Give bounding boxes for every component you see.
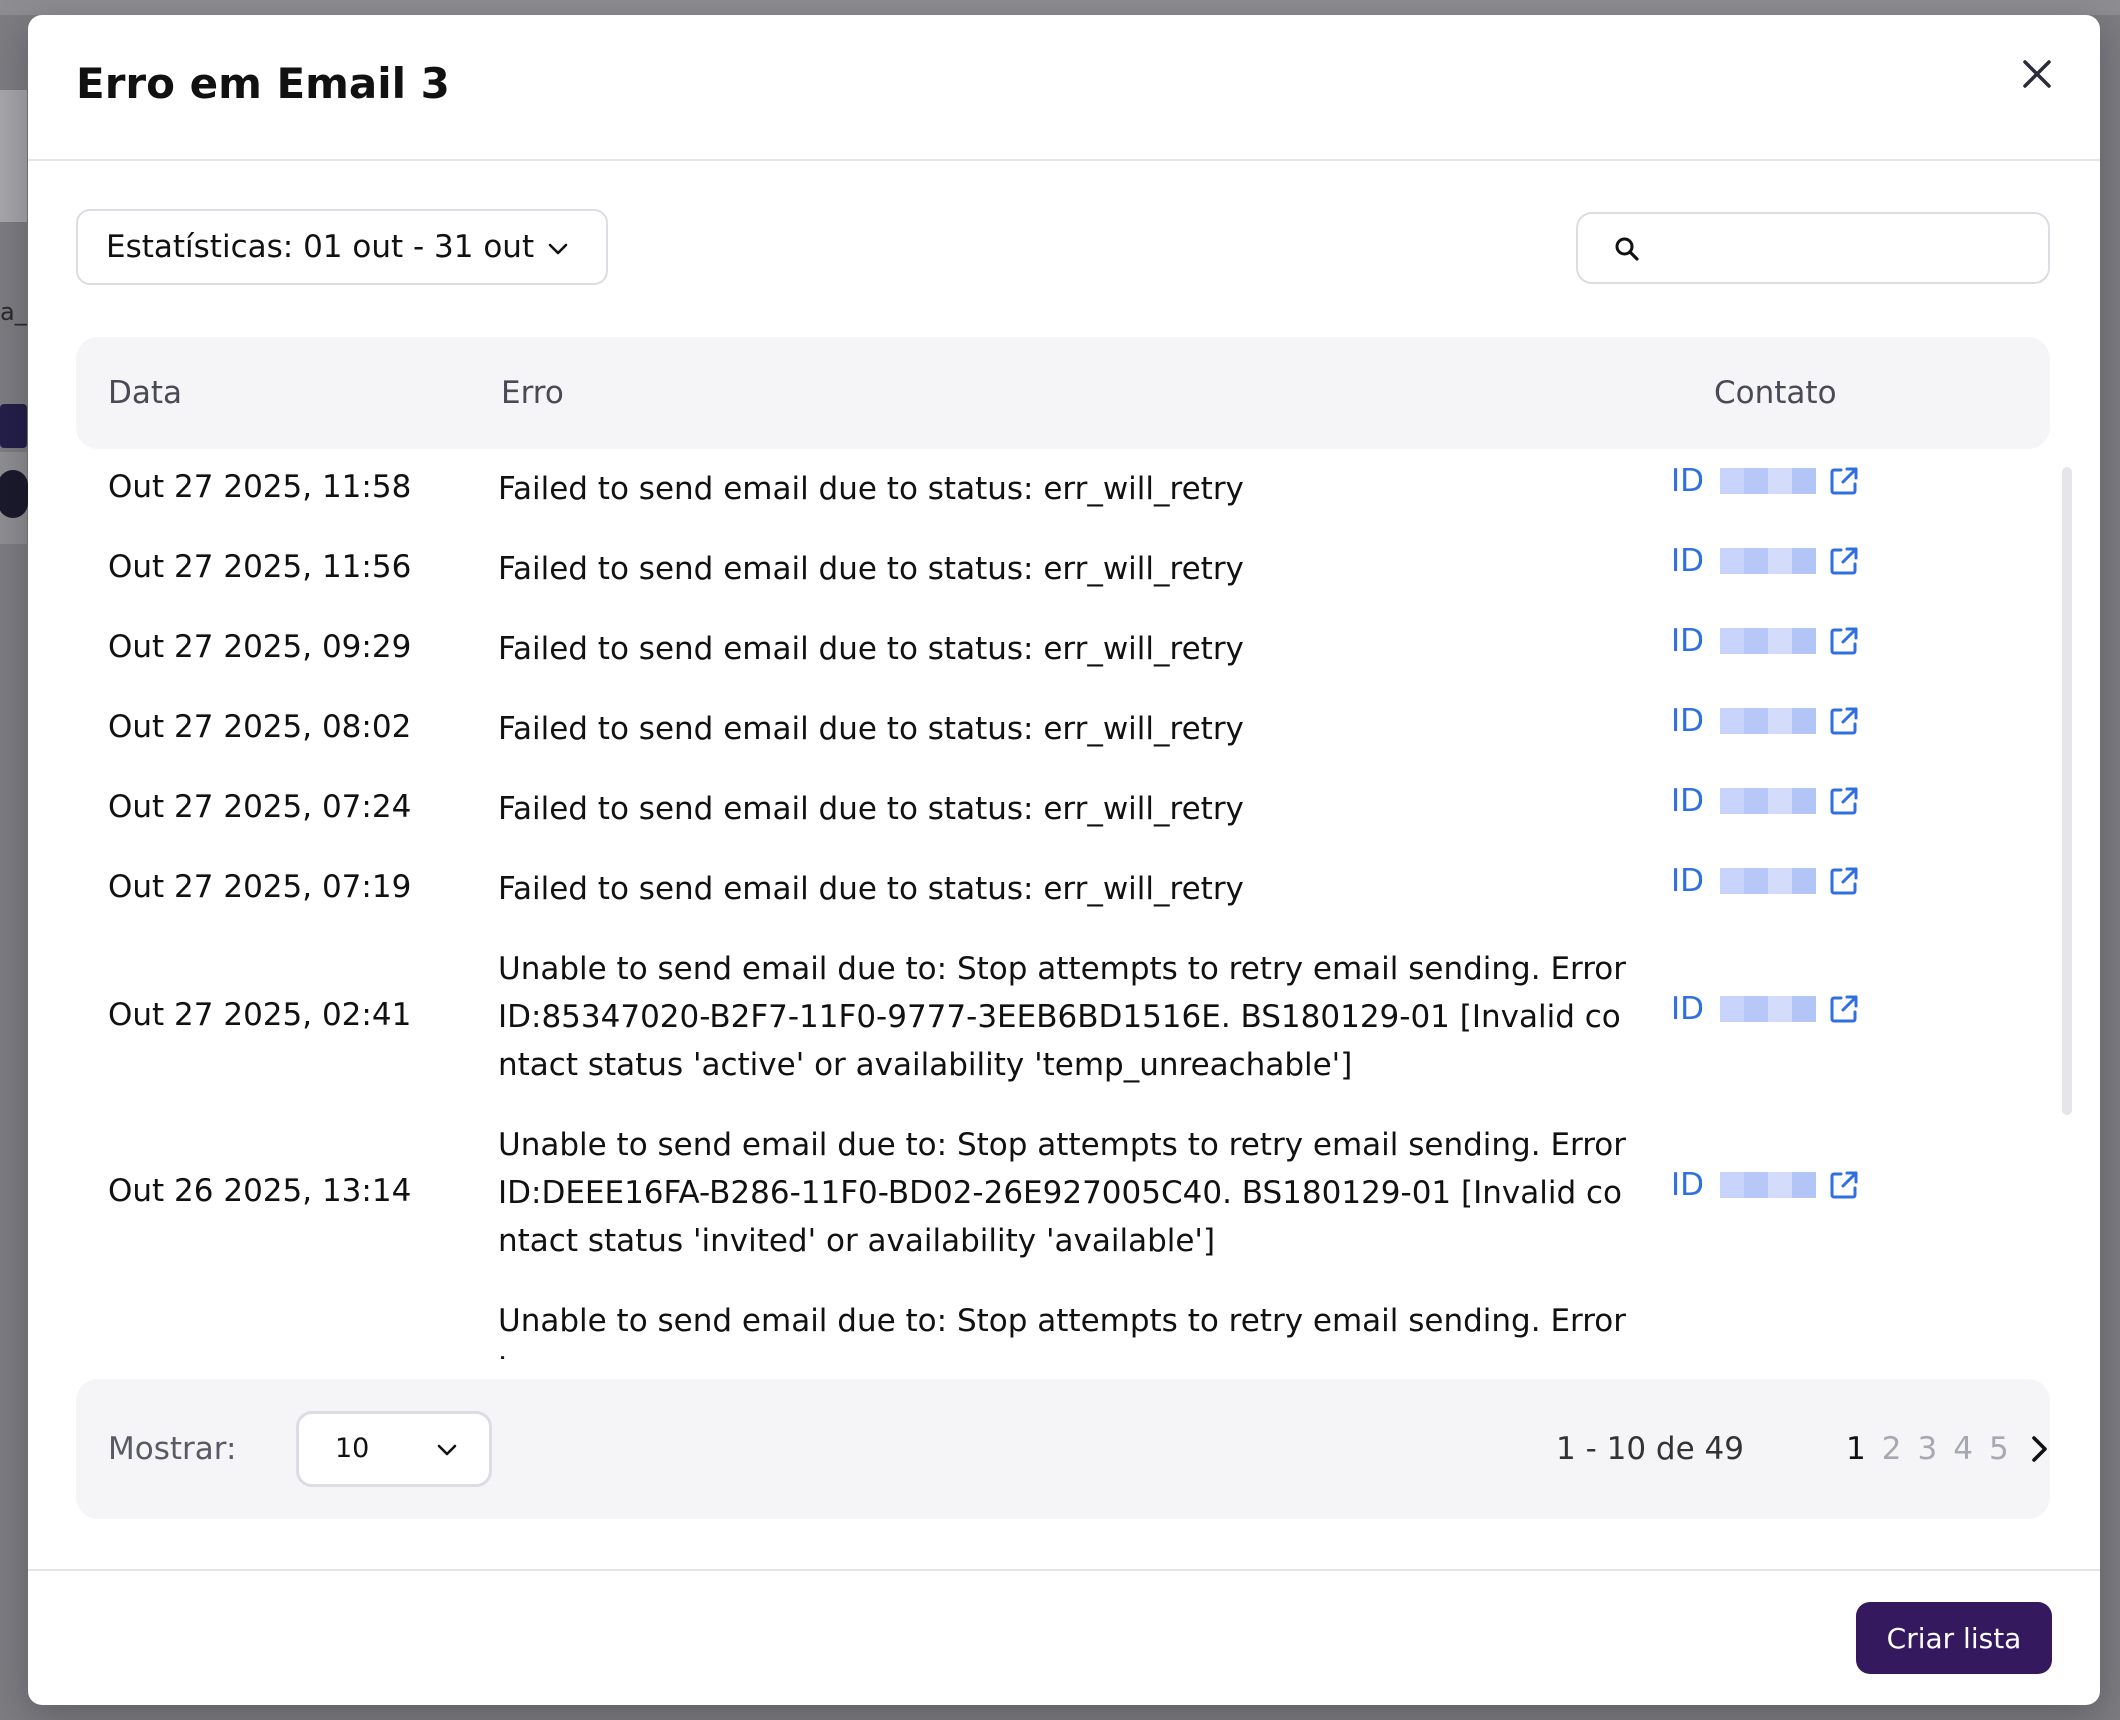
table-row: Out 27 2025, 08:02 Failed to send email … [76, 689, 2050, 769]
contact-id-label: ID [1671, 463, 1705, 499]
modal-header: Erro em Email 3 [28, 15, 2100, 161]
contact-id-label: ID [1671, 1167, 1705, 1203]
background-panel [0, 90, 27, 222]
pagination-range: 1 - 10 de 49 [1556, 1431, 1744, 1467]
chevron-right-icon[interactable] [2027, 1433, 2051, 1465]
row-error: Failed to send email due to status: err_… [498, 551, 1244, 587]
external-link-icon [1830, 547, 1858, 575]
column-header-contact: Contato [1714, 375, 1837, 411]
redacted-contact-id [1720, 788, 1817, 814]
row-date: Out 27 2025, 02:41 [108, 997, 412, 1033]
close-button[interactable] [2012, 49, 2062, 99]
table-row: Unable to send email due to: Stop attemp… [76, 1281, 2050, 1359]
contact-id-label: ID [1671, 543, 1705, 579]
page-button-4[interactable]: 4 [1953, 1431, 1973, 1467]
background-badge [0, 404, 27, 448]
external-link-icon [1830, 867, 1858, 895]
row-error: Failed to send email due to status: err_… [498, 631, 1244, 667]
row-date: Out 27 2025, 11:58 [108, 469, 412, 505]
row-date: Out 27 2025, 08:02 [108, 709, 412, 745]
redacted-contact-id [1720, 868, 1817, 894]
contact-link[interactable]: ID [1671, 1167, 1860, 1203]
table-row: Out 26 2025, 13:14 Unable to send email … [76, 1105, 2050, 1281]
row-error: Unable to send email due to: Stop attemp… [498, 951, 1627, 1083]
pagination-bar: Mostrar: 10 1 - 10 de 49 1 2 3 4 5 [76, 1379, 2050, 1519]
background-text: a_l [0, 298, 27, 326]
row-error: Unable to send email due to: Stop attemp… [498, 1127, 1627, 1259]
row-date: Out 26 2025, 13:14 [108, 1173, 412, 1209]
external-link-icon [1830, 787, 1858, 815]
contact-link[interactable]: ID [1671, 863, 1860, 899]
table-row: Out 27 2025, 07:19 Failed to send email … [76, 849, 2050, 929]
row-error: Failed to send email due to status: err_… [498, 711, 1244, 747]
external-link-icon [1830, 995, 1858, 1023]
close-icon [2023, 60, 2051, 88]
page-button-2[interactable]: 2 [1882, 1431, 1902, 1467]
row-date: Out 27 2025, 07:19 [108, 869, 412, 905]
table-row: Out 27 2025, 11:58 Failed to send email … [76, 449, 2050, 529]
search-icon [1615, 237, 1639, 261]
page-button-3[interactable]: 3 [1917, 1431, 1937, 1467]
redacted-contact-id [1720, 468, 1817, 494]
row-date: Out 27 2025, 11:56 [108, 549, 412, 585]
date-range-label: Estatísticas: 01 out - 31 out [106, 229, 535, 265]
contact-link[interactable]: ID [1671, 991, 1860, 1027]
background-avatar [0, 470, 28, 518]
redacted-contact-id [1720, 548, 1817, 574]
external-link-icon [1830, 707, 1858, 735]
contact-link[interactable]: ID [1671, 783, 1860, 819]
background-page [0, 0, 2120, 15]
contact-id-label: ID [1671, 623, 1705, 659]
table-row: Out 27 2025, 11:56 Failed to send email … [76, 529, 2050, 609]
table-row: Out 27 2025, 09:29 Failed to send email … [76, 609, 2050, 689]
search-input[interactable] [1658, 224, 2032, 274]
row-error: Failed to send email due to status: err_… [498, 871, 1244, 907]
external-link-icon [1830, 627, 1858, 655]
table-row: Out 27 2025, 07:24 Failed to send email … [76, 769, 2050, 849]
redacted-contact-id [1720, 996, 1817, 1022]
page-list: 1 2 3 4 5 [1846, 1379, 2051, 1519]
external-link-icon [1830, 467, 1858, 495]
external-link-icon [1830, 1171, 1858, 1199]
page-button-5[interactable]: 5 [1989, 1431, 2009, 1467]
date-range-select[interactable]: Estatísticas: 01 out - 31 out [76, 209, 608, 285]
chevron-down-icon [548, 243, 568, 255]
create-list-button[interactable]: Criar lista [1856, 1602, 2052, 1674]
contact-link[interactable]: ID [1671, 543, 1860, 579]
column-header-date: Data [108, 375, 183, 411]
table-row: Out 27 2025, 02:41 Unable to send email … [76, 929, 2050, 1105]
contact-id-label: ID [1671, 703, 1705, 739]
table-body: Out 27 2025, 11:58 Failed to send email … [76, 449, 2050, 1359]
redacted-contact-id [1720, 628, 1817, 654]
error-modal: Erro em Email 3 Estatísticas: 01 out - 3… [28, 15, 2100, 1705]
row-error: Failed to send email due to status: err_… [498, 791, 1244, 827]
row-date: Out 27 2025, 09:29 [108, 629, 412, 665]
page-size-select[interactable]: 10 [296, 1411, 492, 1487]
row-error: Failed to send email due to status: err_… [498, 471, 1244, 507]
contact-id-label: ID [1671, 863, 1705, 899]
chevron-down-icon [437, 1444, 457, 1456]
row-date: Out 27 2025, 07:24 [108, 789, 412, 825]
modal-title: Erro em Email 3 [76, 59, 450, 108]
search-field[interactable] [1576, 212, 2050, 284]
contact-id-label: ID [1671, 783, 1705, 819]
table-header: Data Erro Contato [76, 337, 2050, 449]
contact-link[interactable]: ID [1671, 703, 1860, 739]
contact-link[interactable]: ID [1671, 623, 1860, 659]
page-button-1[interactable]: 1 [1846, 1431, 1866, 1467]
page-size-label: Mostrar: [108, 1431, 237, 1467]
contact-link[interactable]: ID [1671, 463, 1860, 499]
row-error: Unable to send email due to: Stop attemp… [498, 1303, 1627, 1359]
footer-divider [28, 1569, 2100, 1571]
contact-id-label: ID [1671, 991, 1705, 1027]
redacted-contact-id [1720, 1172, 1817, 1198]
redacted-contact-id [1720, 708, 1817, 734]
page-size-value: 10 [335, 1433, 370, 1464]
column-header-error: Erro [501, 375, 564, 411]
table-scrollbar[interactable] [2062, 467, 2072, 1115]
